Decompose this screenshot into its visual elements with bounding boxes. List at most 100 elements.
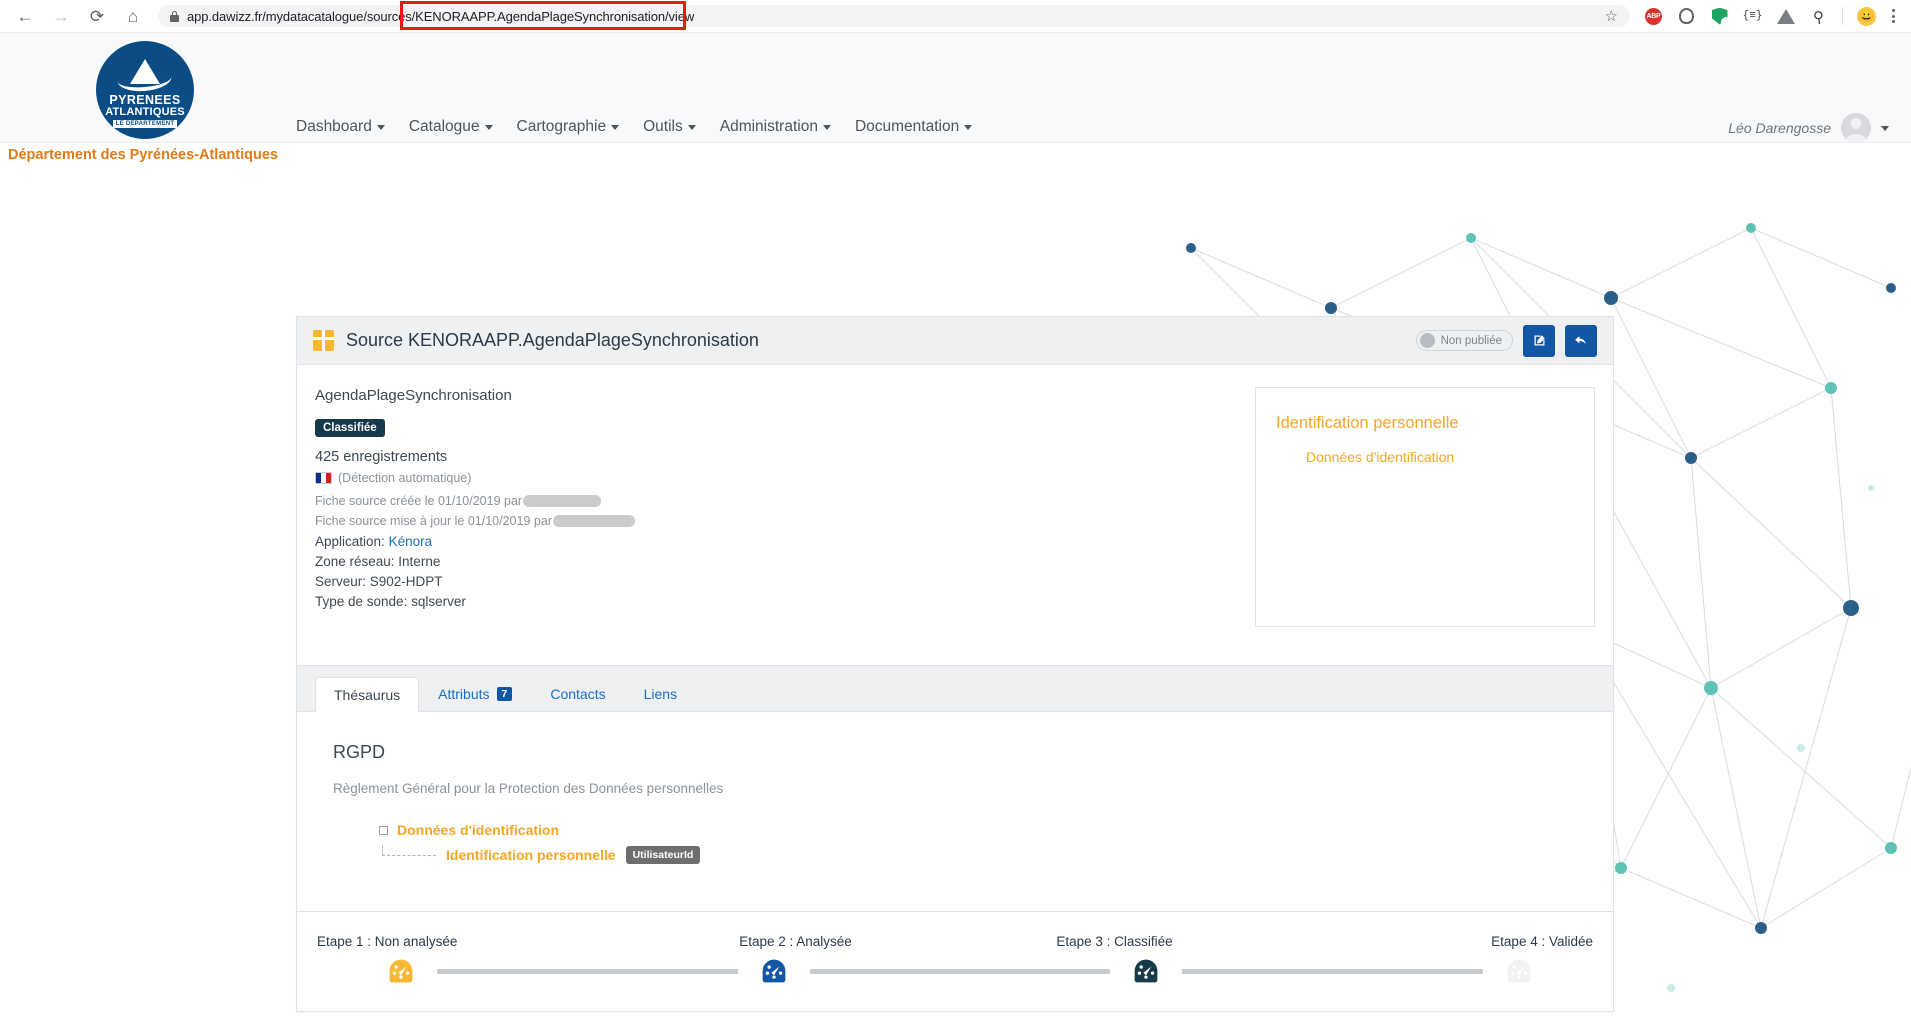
- shield-check-icon[interactable]: [1710, 7, 1729, 26]
- tab-label: Thésaurus: [334, 687, 401, 703]
- application-link[interactable]: Kénora: [389, 534, 433, 549]
- logo[interactable]: PYRENEES ATLANTIQUES LE DEPARTEMENT: [96, 41, 194, 139]
- forward-icon[interactable]: →: [50, 5, 72, 27]
- server-name: Serveur: S902-HDPT: [315, 574, 443, 589]
- created-meta: Fiche source créée le 01/10/2019 par: [315, 494, 1155, 508]
- step-label-4: Etape 4 : Validée: [1491, 934, 1593, 949]
- language-detection: (Détection automatique): [315, 471, 1155, 485]
- redacted-author: [552, 515, 635, 527]
- drive-icon[interactable]: [1776, 7, 1795, 26]
- panel-subtitle-link[interactable]: Données d'identification: [1276, 449, 1574, 465]
- classification-badge: Classifiée: [315, 419, 385, 437]
- step-gauge-1[interactable]: [387, 957, 415, 985]
- avatar: [1841, 113, 1871, 143]
- tab-list: Thésaurus Attributs 7 Contacts Liens: [315, 676, 1595, 712]
- pencil-square-icon: [1534, 335, 1545, 346]
- address-bar[interactable]: app.dawizz.fr/mydatacatalogue/sources/KE…: [158, 5, 1630, 27]
- star-icon[interactable]: ☆: [1595, 7, 1618, 25]
- tab-contacts[interactable]: Contacts: [531, 676, 624, 711]
- publish-status-badge[interactable]: Non publiée: [1415, 330, 1513, 351]
- undo-arrow-icon: [1574, 336, 1586, 345]
- page-title: Source KENORAAPP.AgendaPlageSynchronisat…: [346, 330, 759, 350]
- nav-label: Dashboard: [296, 118, 372, 135]
- chevron-down-icon: [376, 124, 385, 130]
- nav-item-documentation[interactable]: Documentation: [855, 118, 973, 136]
- tree-expand-icon[interactable]: [379, 825, 388, 835]
- nav-item-outils[interactable]: Outils: [643, 118, 696, 136]
- classification-panel: Identification personnelle Données d'ide…: [1255, 387, 1595, 627]
- nav-item-catalogue[interactable]: Catalogue: [409, 118, 493, 136]
- user-menu[interactable]: Léo Darengosse: [1728, 113, 1889, 143]
- tab-label: Liens: [643, 686, 678, 702]
- step-track: [317, 957, 1593, 985]
- toolbar-divider: [1842, 7, 1843, 25]
- back-icon[interactable]: ←: [14, 5, 36, 27]
- tree-connector: [382, 844, 436, 856]
- application-row: Application: Kénora: [315, 534, 1155, 549]
- back-button[interactable]: [1565, 324, 1597, 357]
- step-gauge-2[interactable]: [760, 957, 788, 985]
- step-connector-1: [437, 968, 738, 974]
- step-gauge-4[interactable]: [1505, 957, 1533, 985]
- france-flag-icon: [315, 472, 332, 484]
- logo-circle: PYRENEES ATLANTIQUES LE DEPARTEMENT: [96, 41, 194, 139]
- nav-label: Catalogue: [408, 118, 480, 135]
- speedometer-icon: [389, 959, 413, 983]
- tab-thesaurus[interactable]: Thésaurus: [315, 677, 420, 712]
- chevron-down-icon: [1881, 125, 1889, 131]
- color-picker-icon[interactable]: ⚲: [1808, 5, 1829, 26]
- source-info: AgendaPlageSynchronisation Classifiée 42…: [315, 387, 1155, 609]
- department-name: Département des Pyrénées-Atlantiques: [8, 147, 278, 163]
- step-label-3: Etape 3 : Classifiée: [1056, 934, 1173, 949]
- main-navigation: Dashboard Catalogue Cartographie Outils …: [296, 118, 973, 136]
- network-zone: Zone réseau: Interne: [315, 554, 441, 569]
- adblock-plus-icon[interactable]: ABP: [1644, 7, 1663, 26]
- tree-node-level2[interactable]: Identification personnelle UtilisateurId: [379, 844, 1577, 864]
- tab-label: Contacts: [550, 686, 606, 702]
- nav-item-administration[interactable]: Administration: [720, 118, 831, 136]
- tab-attributs[interactable]: Attributs 7: [419, 676, 531, 711]
- workflow-stepper: Etape 1 : Non analysée Etape 2 : Analysé…: [297, 911, 1613, 1011]
- edit-button[interactable]: [1523, 324, 1555, 357]
- redacted-author: [523, 495, 602, 507]
- probe-type: Type de sonde: sqlserver: [315, 594, 466, 609]
- panel-title-link[interactable]: Identification personnelle: [1276, 414, 1574, 433]
- extensions-tray: ABP {≡} ⚲ 😀: [1644, 5, 1897, 26]
- speedometer-icon: [1507, 959, 1531, 983]
- tab-liens[interactable]: Liens: [625, 676, 696, 711]
- card-body: AgendaPlageSynchronisation Classifiée 42…: [297, 365, 1613, 665]
- step-labels: Etape 1 : Non analysée Etape 2 : Analysé…: [317, 934, 1593, 949]
- language-note: (Détection automatique): [338, 471, 472, 485]
- browser-toolbar: ← → ⟳ ⌂ app.dawizz.fr/mydatacatalogue/so…: [0, 0, 1911, 32]
- chevron-down-icon: [611, 124, 620, 130]
- mountain-icon: [117, 58, 173, 93]
- nav-item-cartographie[interactable]: Cartographie: [517, 118, 620, 136]
- logo-line1: PYRENEES: [109, 92, 181, 107]
- updated-meta: Fiche source mise à jour le 01/10/2019 p…: [315, 514, 1155, 528]
- json-viewer-icon[interactable]: {≡}: [1743, 7, 1763, 26]
- tree-node-level1[interactable]: Données d'identification: [379, 822, 1577, 838]
- tabs-container: Thésaurus Attributs 7 Contacts Liens: [297, 665, 1613, 712]
- ghostery-icon[interactable]: [1677, 7, 1696, 26]
- nav-label: Outils: [643, 118, 683, 135]
- lock-icon: [170, 10, 179, 22]
- chevron-down-icon: [687, 124, 696, 130]
- created-label: Fiche source créée le 01/10/2019 par: [315, 494, 523, 508]
- chrome-menu-icon[interactable]: [1890, 9, 1897, 23]
- application-label: Application:: [315, 534, 385, 549]
- source-card: Source KENORAAPP.AgendaPlageSynchronisat…: [296, 316, 1614, 1012]
- profile-emoji-icon[interactable]: 😀: [1857, 6, 1876, 26]
- chevron-down-icon: [964, 124, 973, 130]
- attribute-chip[interactable]: UtilisateurId: [625, 846, 701, 864]
- step-label-1: Etape 1 : Non analysée: [317, 934, 458, 949]
- step-gauge-3[interactable]: [1132, 957, 1160, 985]
- step-connector-2: [809, 968, 1111, 974]
- nav-label: Cartographie: [516, 118, 607, 135]
- nav-item-dashboard[interactable]: Dashboard: [296, 118, 385, 136]
- rgpd-subtitle: Règlement Général pour la Protection des…: [333, 781, 724, 796]
- step-label-2: Etape 2 : Analysée: [739, 934, 852, 949]
- home-icon[interactable]: ⌂: [122, 5, 144, 27]
- card-header: Source KENORAAPP.AgendaPlageSynchronisat…: [297, 317, 1613, 365]
- nav-label: Administration: [719, 118, 818, 135]
- reload-icon[interactable]: ⟳: [86, 5, 108, 27]
